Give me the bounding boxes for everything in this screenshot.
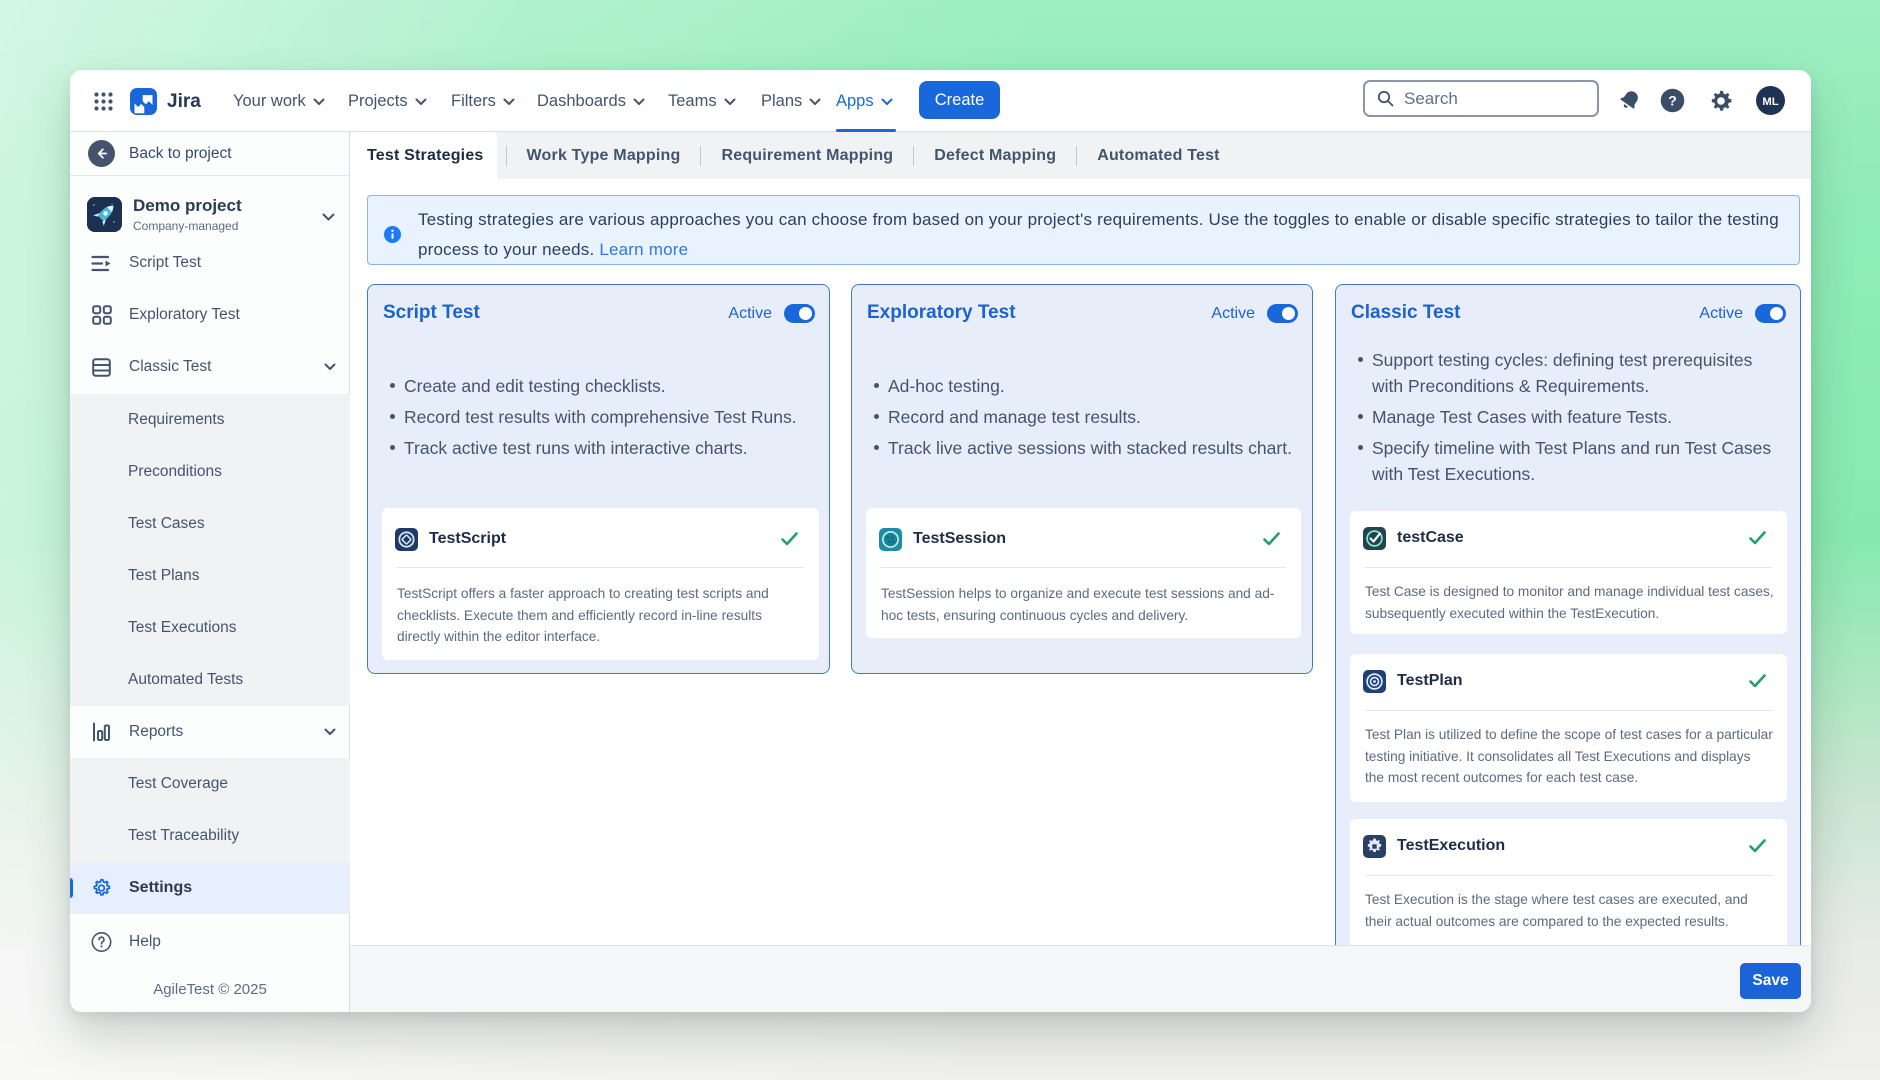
svg-text:?: ? <box>1668 93 1677 109</box>
svg-text:ML: ML <box>1762 96 1778 108</box>
